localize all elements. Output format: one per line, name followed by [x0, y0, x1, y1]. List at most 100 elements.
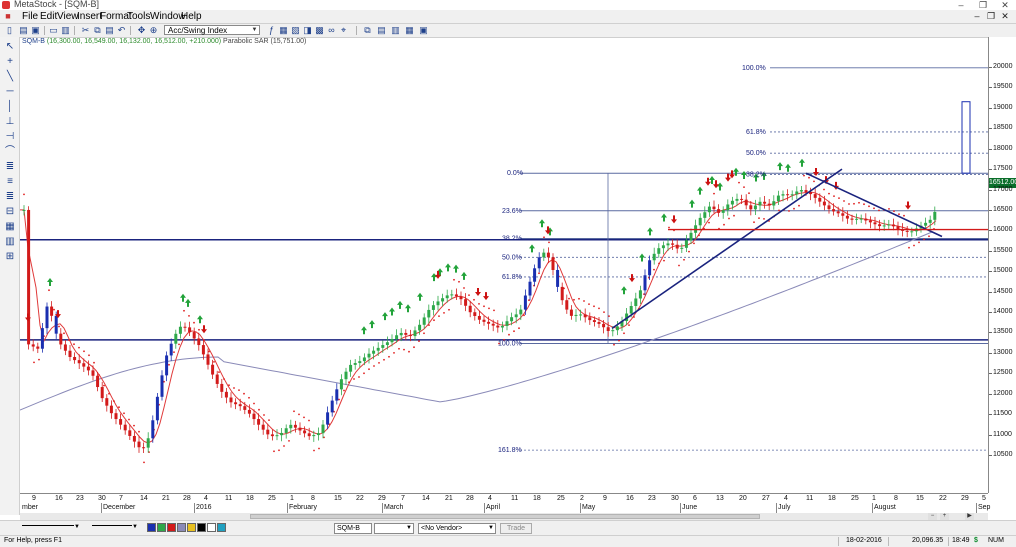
candle-body: [59, 333, 63, 345]
zoom-in-button[interactable]: +: [940, 513, 949, 520]
parabolic-sar-dot: [448, 308, 450, 311]
fibonacci-arc-tool-icon[interactable]: ⌒: [4, 146, 16, 158]
chevron-down-icon[interactable]: ▼: [487, 524, 495, 533]
date-tick-label: 7: [119, 495, 123, 502]
tile-horizontal-icon[interactable]: ▤: [376, 25, 387, 36]
tile-vertical-icon[interactable]: ▥: [390, 25, 401, 36]
parabolic-sar-dot: [168, 363, 170, 366]
vertical-line-tool-icon[interactable]: │: [4, 101, 16, 113]
color-swatch-cyan[interactable]: [217, 523, 226, 532]
mdi-close-button[interactable]: ✕: [1000, 11, 1010, 21]
fibonacci-timezone-tool-icon[interactable]: ≣: [4, 191, 16, 203]
candle-body: [657, 248, 661, 254]
chevron-down-icon[interactable]: ▼: [250, 26, 259, 34]
symbol-dropdown[interactable]: ▼: [374, 523, 414, 534]
mdi-minimize-button[interactable]: –: [972, 11, 982, 21]
save-icon[interactable]: ▣: [30, 25, 41, 36]
print-preview-icon[interactable]: ▭: [48, 25, 59, 36]
date-tick-label: 13: [716, 495, 724, 502]
menu-insert[interactable]: Insert: [77, 11, 102, 22]
price-tick-mark: [989, 332, 992, 334]
horizontal-scrollbar[interactable]: [20, 513, 988, 520]
grid-tool-icon[interactable]: ⊞: [4, 251, 16, 263]
channel-tool-icon[interactable]: ⊥: [4, 116, 16, 128]
zoom-icon[interactable]: ⊕: [148, 25, 159, 36]
color-swatch-white[interactable]: [207, 523, 216, 532]
menu-tools[interactable]: Tools: [127, 11, 150, 22]
layout-icon[interactable]: ▣: [418, 25, 429, 36]
price-tick-mark: [989, 414, 992, 416]
color-swatch-lavender[interactable]: [177, 523, 186, 532]
price-chart-canvas[interactable]: 0.0% 23.6% 38.2% 50.0% 61.8% 100.0% 161.8% 100.…: [20, 37, 988, 493]
menu-help[interactable]: Help: [181, 11, 202, 22]
menu-view[interactable]: View: [57, 11, 79, 22]
crosshair-tool-icon[interactable]: +: [4, 56, 16, 68]
menu-edit[interactable]: Edit: [40, 11, 57, 22]
arrange-icon[interactable]: ▦: [404, 25, 415, 36]
system-tester-icon[interactable]: ▧: [290, 25, 301, 36]
binoculars-icon[interactable]: ∞: [326, 25, 337, 36]
indicator-select[interactable]: Acc/Swing Index ▼: [164, 25, 260, 35]
speed-line-tool-icon[interactable]: ⊣: [4, 131, 16, 143]
vendor-select[interactable]: <No Vendor> ▼: [418, 523, 496, 534]
copy-icon[interactable]: ⧉: [92, 25, 103, 36]
price-tick-mark: [989, 291, 992, 293]
buy-arrow: [180, 293, 186, 302]
close-button[interactable]: ✕: [994, 0, 1016, 10]
color-swatch-yellow[interactable]: [187, 523, 196, 532]
line-style-picker[interactable]: [22, 525, 74, 532]
new-chart-icon[interactable]: ▯: [4, 25, 15, 36]
candle-body: [192, 332, 196, 339]
indicator-builder-icon[interactable]: ƒ: [266, 25, 277, 36]
quadrant-lines-tool-icon[interactable]: ▥: [4, 236, 16, 248]
parabolic-sar-dot: [93, 361, 95, 364]
undo-icon[interactable]: ↶: [116, 25, 127, 36]
color-swatch-blue[interactable]: [147, 523, 156, 532]
minimize-button[interactable]: –: [950, 0, 972, 10]
line-weight-picker[interactable]: [92, 525, 132, 532]
trade-button[interactable]: Trade: [500, 523, 532, 534]
cut-icon[interactable]: ✂: [80, 25, 91, 36]
symbol-field[interactable]: SQM-B: [334, 523, 372, 534]
fibonacci-retracement-tool-icon[interactable]: ≡: [4, 176, 16, 188]
chevron-down-icon[interactable]: ▼: [74, 524, 80, 530]
horizontal-line-tool-icon[interactable]: ─: [4, 86, 16, 98]
expert-advisor-icon[interactable]: ◨: [302, 25, 313, 36]
template-icon[interactable]: ▩: [314, 25, 325, 36]
color-swatch-red[interactable]: [167, 523, 176, 532]
color-swatch-black[interactable]: [197, 523, 206, 532]
date-tick-label: 22: [939, 495, 947, 502]
document-icon[interactable]: ■: [3, 11, 13, 21]
candle-body: [68, 350, 72, 357]
color-swatch-green[interactable]: [157, 523, 166, 532]
chevron-down-icon[interactable]: ▼: [132, 524, 138, 530]
fibonacci-fan-tool-icon[interactable]: ≣: [4, 161, 16, 173]
candle-body: [482, 319, 486, 322]
explorer-icon[interactable]: ▦: [278, 25, 289, 36]
gann-tool-icon[interactable]: ⊟: [4, 206, 16, 218]
cascade-icon[interactable]: ⧉: [362, 25, 373, 36]
open-icon[interactable]: ▤: [18, 25, 29, 36]
price-tick-label: 19500: [993, 83, 1013, 91]
chevron-down-icon[interactable]: ▼: [405, 524, 413, 533]
cycle-lines-tool-icon[interactable]: ▦: [4, 221, 16, 233]
price-axis[interactable]: 16512.00 20000 19500 19000 18500 18000 17500 1…: [988, 37, 1016, 493]
price-chart[interactable]: 0.0% 23.6% 38.2% 50.0% 61.8% 100.0% 161.8% 100.…: [20, 37, 988, 493]
scroll-right-button[interactable]: ▶: [965, 513, 974, 520]
mdi-restore-button[interactable]: ❐: [986, 11, 996, 21]
pointer-tool-icon[interactable]: ↖: [4, 41, 16, 53]
date-tick-label: 5: [982, 495, 986, 502]
zoom-out-button[interactable]: −: [928, 513, 937, 520]
candle-body: [615, 326, 619, 331]
print-icon[interactable]: ▥: [60, 25, 71, 36]
buy-arrow: [47, 278, 53, 287]
scrollbar-thumb[interactable]: [250, 514, 760, 519]
candle-body: [827, 205, 831, 210]
uptrend-line: [611, 168, 843, 330]
trendline-tool-icon[interactable]: ╲: [4, 71, 16, 83]
move-icon[interactable]: ✥: [136, 25, 147, 36]
menu-file[interactable]: File: [22, 11, 38, 22]
paste-icon[interactable]: ▤: [104, 25, 115, 36]
maximize-button[interactable]: ❐: [972, 0, 994, 10]
crosshair-icon[interactable]: ⌖: [338, 25, 349, 36]
